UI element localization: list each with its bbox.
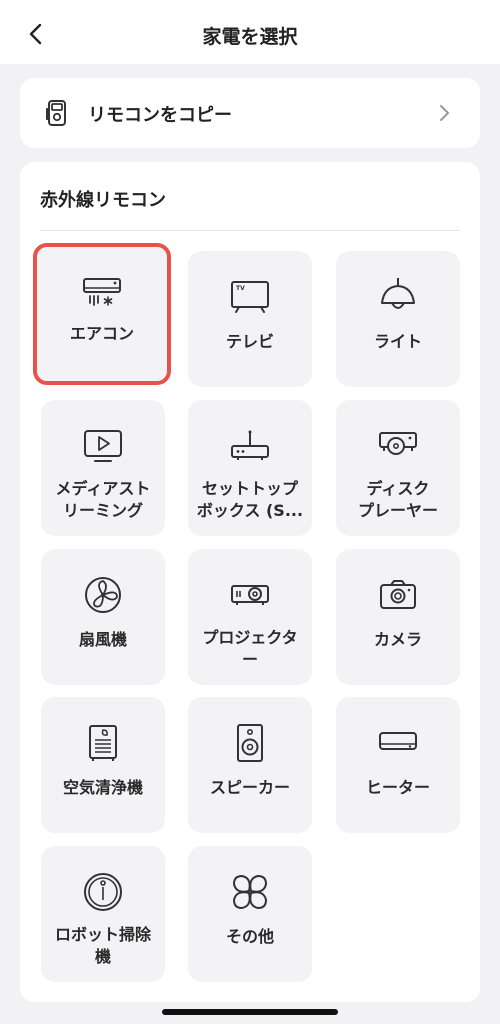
device-label: カメラ (373, 630, 422, 649)
device-tile-light[interactable]: ライト (336, 251, 460, 387)
camera-icon (380, 580, 416, 609)
device-tile-air-purifier[interactable]: 空気清浄機 (41, 697, 165, 833)
section-title: 赤外線リモコン (40, 190, 166, 211)
device-label: ヒーター (365, 778, 430, 797)
media-streaming-icon (84, 430, 122, 462)
device-tile-other[interactable]: その他 (188, 846, 312, 982)
tv-icon: TV (231, 281, 269, 313)
speaker-icon (237, 724, 263, 762)
device-tile-camera[interactable]: カメラ (336, 549, 460, 685)
device-label: その他 (225, 927, 274, 946)
device-label: スピーカー (209, 778, 290, 797)
device-tile-set-top-box[interactable]: セットトップ ボックス (S... (188, 400, 312, 536)
air-conditioner-icon (83, 278, 121, 306)
device-label: セットトップ ボックス (S... (196, 479, 304, 520)
device-label: 扇風機 (78, 630, 127, 649)
page-title: 家電を選択 (202, 26, 298, 48)
device-label: 空気清浄機 (62, 778, 143, 797)
device-tile-projector[interactable]: プロジェクタ ー (188, 549, 312, 685)
device-label: メディアスト リーミング (55, 479, 151, 520)
projector-icon (231, 585, 269, 605)
light-icon (381, 278, 415, 309)
home-indicator (162, 1009, 338, 1015)
device-tile-heater[interactable]: ヒーター (336, 697, 460, 833)
device-tile-media-streaming[interactable]: メディアスト リーミング (41, 400, 165, 536)
device-label: テレビ (225, 332, 274, 351)
device-label: プロジェクタ ー (202, 628, 298, 669)
device-tile-fan[interactable]: 扇風機 (41, 549, 165, 685)
device-tile-tv[interactable]: TV テレビ (188, 251, 312, 387)
svg-text:TV: TV (236, 285, 245, 292)
robot-vacuum-icon (84, 873, 122, 911)
other-icon (232, 874, 268, 910)
set-top-box-icon (231, 430, 269, 460)
device-label: ディスク プレーヤー (357, 479, 438, 520)
heater-icon (379, 732, 417, 750)
device-tile-disc-player[interactable]: ディスク プレーヤー (336, 400, 460, 536)
ir-remote-section: 赤外線リモコン エアコン TV テレビ ライト メディアスト リーミング セット… (20, 162, 480, 1002)
header: 家電を選択 (0, 0, 500, 64)
disc-player-icon (379, 432, 417, 455)
fan-icon (85, 577, 121, 613)
device-tile-robot-vacuum[interactable]: ロボット掃除 機 (41, 846, 165, 982)
device-tile-air-conditioner[interactable]: エアコン (33, 243, 171, 385)
device-label: ライト (373, 332, 422, 351)
copy-remote-button[interactable]: リモコンをコピー (20, 78, 480, 148)
device-label: ロボット掃除 機 (54, 925, 151, 966)
air-purifier-icon (89, 725, 117, 761)
divider (40, 230, 460, 231)
device-label: エアコン (69, 324, 134, 343)
remote-icon (46, 100, 66, 126)
chevron-right-icon (440, 105, 449, 121)
copy-remote-label: リモコンをコピー (88, 105, 232, 126)
device-tile-speaker[interactable]: スピーカー (188, 697, 312, 833)
